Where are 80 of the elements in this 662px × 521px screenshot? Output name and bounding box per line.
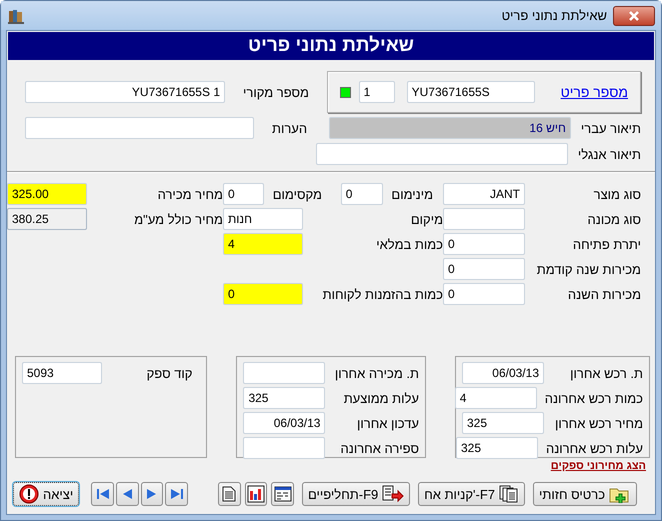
input-field[interactable]: 0 (223, 183, 264, 205)
documents-icon (499, 485, 520, 503)
field-label: סוג מכונה (586, 212, 641, 226)
field-label: עדכון אחרון (357, 416, 419, 430)
card-button[interactable]: כרטיס חזותי (533, 482, 638, 506)
input-field[interactable] (243, 362, 326, 384)
field-label: מיקום (410, 212, 443, 226)
field-label: תיאור עברי (580, 120, 641, 136)
field-label: כמות במלאי (375, 236, 443, 252)
input-field[interactable]: 06/03/13 (462, 362, 544, 384)
bar-chart-icon (246, 485, 265, 503)
input-field[interactable] (243, 437, 326, 459)
field-label: מכירות שנה קודמת (536, 262, 641, 276)
field-label: ת. מכירה אחרון (334, 366, 419, 380)
field-label: סוג מוצר (592, 186, 641, 202)
window-icon (274, 486, 292, 502)
stop-icon (19, 484, 39, 504)
input-field[interactable]: JANT (443, 183, 525, 205)
last-icon (170, 488, 184, 500)
input-field[interactable]: חיש 16 (328, 117, 571, 139)
supplier-prices-link[interactable]: הצג מחירוני ספקים (550, 458, 655, 472)
document-button[interactable] (218, 482, 241, 506)
input-field[interactable]: 325 (243, 387, 326, 409)
item-number-link[interactable]: מספר פריט (560, 84, 628, 100)
last-button[interactable] (165, 482, 188, 506)
field-label: יתרת פתיחה (572, 236, 641, 252)
previous-icon (122, 488, 133, 500)
input-field[interactable]: 0 (340, 183, 383, 205)
input-field[interactable]: 325 (462, 412, 544, 434)
purchases-button[interactable]: קניות אח'-F7 (418, 482, 526, 506)
field-label: ספירה אחרונה (340, 440, 419, 456)
field-label: כמות רכש אחרונה (544, 390, 643, 406)
next-button[interactable] (140, 482, 164, 506)
input-field[interactable]: YU73671655S (406, 81, 535, 103)
field-label: מינימום (391, 186, 434, 202)
field-label: מקסימום (272, 186, 323, 202)
field-label: מחיר רכש אחרון (554, 416, 643, 430)
input-field[interactable]: 4 (223, 233, 303, 255)
input-field[interactable]: 0 (223, 283, 303, 305)
form-header: שאילתת נתוני פריט (8, 32, 654, 60)
status-indicator-icon (340, 86, 351, 98)
input-field[interactable] (443, 208, 525, 230)
close-icon (628, 10, 640, 20)
window-button[interactable] (271, 482, 294, 506)
input-field[interactable]: 0 (443, 258, 525, 280)
field-label: קוד ספק (146, 366, 192, 380)
field-label: עלות רכש אחרונה (546, 440, 643, 456)
field-label: הערות (272, 120, 308, 136)
input-field[interactable]: 380.25 (7, 208, 87, 230)
field-label: מחיר מכירה (156, 186, 223, 202)
chart-button[interactable] (244, 482, 268, 506)
input-field[interactable] (25, 117, 254, 139)
field-label: תיאור אנגלי (578, 146, 641, 162)
first-button[interactable] (91, 482, 114, 506)
input-field[interactable]: 0 (443, 283, 525, 305)
window-title: שאילתת נתוני פריט (502, 8, 607, 23)
first-icon (96, 488, 110, 500)
input-field[interactable]: YU73671655S 1 (25, 81, 225, 103)
input-field[interactable]: 1 (358, 81, 395, 103)
input-field[interactable]: 06/03/13 (243, 412, 326, 434)
document-arrow-icon (382, 485, 404, 503)
input-field[interactable]: 325.00 (7, 183, 87, 205)
input-field[interactable]: 0 (443, 233, 525, 255)
field-label: עלות ממוצעת (344, 390, 419, 406)
input-field[interactable] (316, 143, 568, 165)
field-label: מכירות השנה (566, 286, 641, 302)
field-label: כמות בהזמנות לקוחות (322, 286, 443, 302)
substitutes-button[interactable]: תחליפיים-F9 (302, 482, 410, 506)
close-button[interactable] (613, 6, 655, 26)
field-label: מספר מקורי (243, 84, 309, 100)
field-label: מחיר כולל מע"מ (133, 212, 223, 226)
input-field[interactable]: 4 (454, 387, 537, 409)
field-label: ת. רכש אחרון (570, 366, 643, 380)
previous-button[interactable] (116, 482, 139, 506)
exit-button[interactable]: יציאה (13, 482, 80, 506)
input-field[interactable]: 325 (456, 437, 538, 459)
input-field[interactable]: חנות (223, 208, 303, 230)
input-field[interactable]: 5093 (22, 362, 102, 384)
next-icon (146, 488, 158, 500)
document-icon (222, 486, 236, 502)
